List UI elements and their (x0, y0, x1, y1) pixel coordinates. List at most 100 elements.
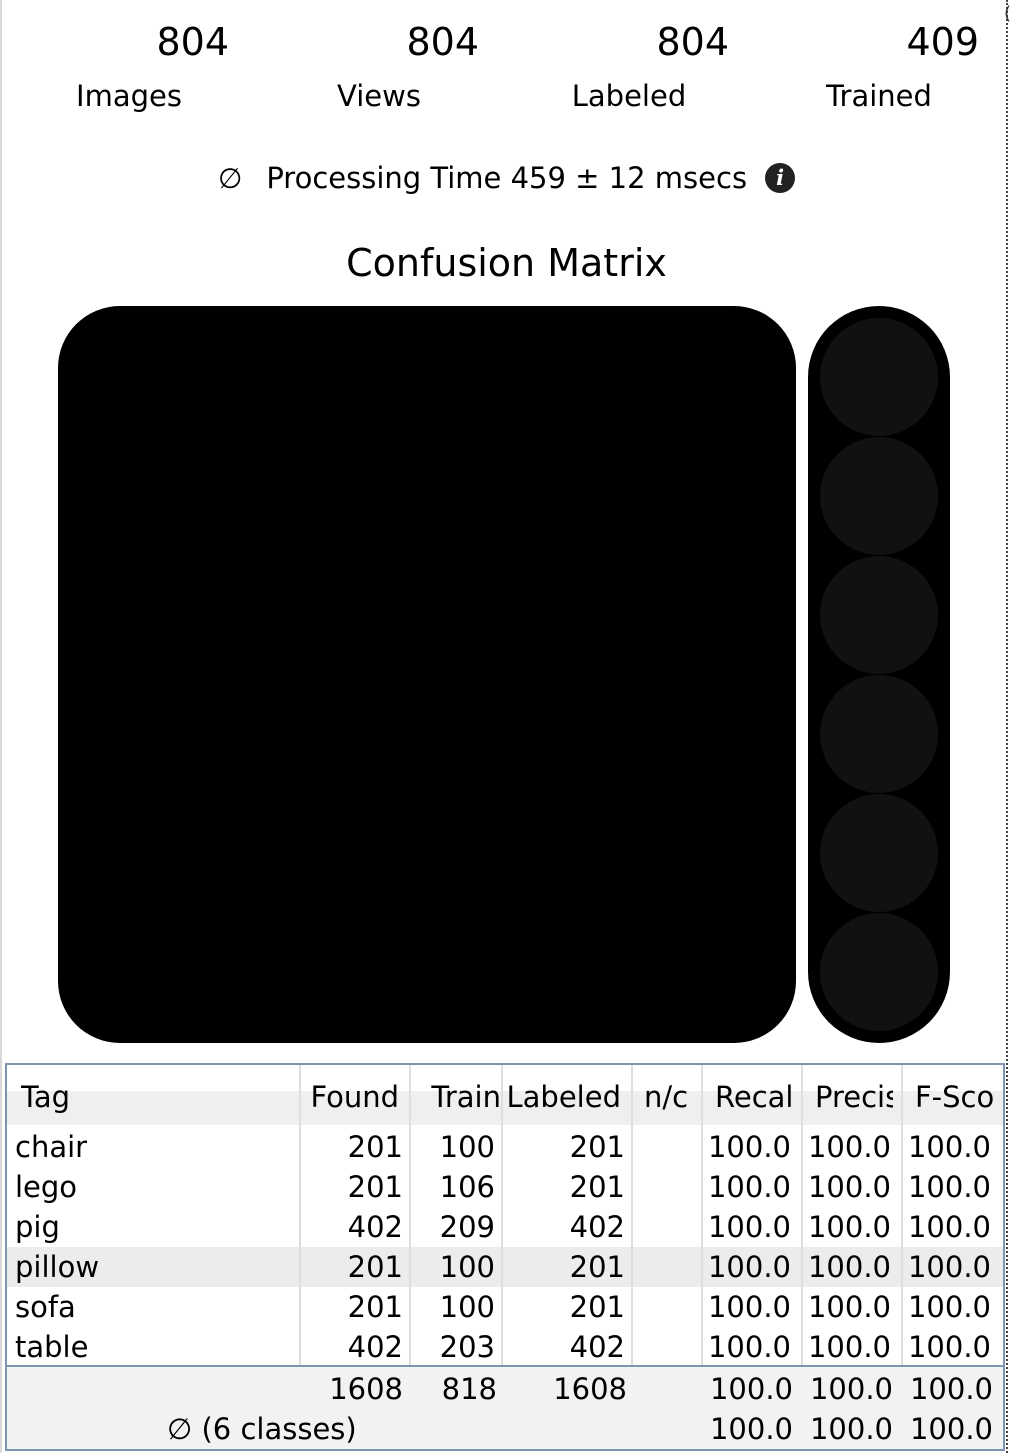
class-circle[interactable] (820, 437, 938, 555)
total-precision: 100.0 (809, 1372, 893, 1406)
average-label: ∅ (6 classes) (167, 1412, 357, 1446)
total-found: 1608 (329, 1372, 403, 1406)
clipped-glyph: ( (1004, 4, 1012, 24)
confusion-matrix-canvas[interactable] (58, 306, 796, 1043)
column-header-train[interactable]: Train (411, 1065, 501, 1125)
cell-tag: pillow (15, 1250, 100, 1284)
cell-nc (631, 1287, 697, 1327)
confusion-matrix-title: Confusion Matrix (346, 241, 667, 285)
column-header-nc[interactable]: n/c (631, 1065, 701, 1125)
cell-train: 100 (439, 1130, 495, 1164)
stat-value: 804 (656, 20, 729, 64)
info-icon[interactable]: i (765, 163, 796, 193)
cell-train: 209 (439, 1210, 495, 1244)
cell-found: 402 (347, 1210, 403, 1244)
column-divider (409, 1065, 411, 1365)
column-header-precision[interactable]: Precis (815, 1065, 893, 1125)
cell-nc (631, 1207, 697, 1247)
processing-time-text: Processing Time 459 ± 12 msecs (266, 161, 748, 195)
average-symbol: ∅ (217, 161, 243, 195)
class-circle[interactable] (820, 794, 938, 912)
stat-value: 804 (156, 20, 229, 64)
column-header-tag[interactable]: Tag (21, 1065, 291, 1125)
cell-train: 100 (439, 1290, 495, 1324)
cell-fscore: 100.0 (907, 1210, 991, 1244)
cell-found: 402 (347, 1330, 403, 1364)
table-row[interactable]: table 402 203 402 100.0 100.0 100.0 (7, 1327, 1003, 1367)
column-divider (501, 1065, 503, 1365)
cell-train: 100 (439, 1250, 495, 1284)
cell-train: 203 (439, 1330, 495, 1364)
cell-train: 106 (439, 1170, 495, 1204)
table-row[interactable]: pillow 201 100 201 100.0 100.0 100.0 (7, 1247, 1003, 1287)
table-row[interactable]: lego 201 106 201 100.0 100.0 100.0 (7, 1167, 1003, 1207)
cell-tag: lego (15, 1170, 78, 1204)
cell-labeled: 402 (569, 1330, 625, 1364)
cell-fscore: 100.0 (907, 1250, 991, 1284)
cell-precision: 100.0 (807, 1170, 891, 1204)
stat-value: 804 (406, 20, 479, 64)
cell-fscore: 100.0 (907, 1330, 991, 1364)
stat-label: Trained (826, 79, 932, 113)
cell-found: 201 (347, 1290, 403, 1324)
cell-recall: 100.0 (707, 1130, 791, 1164)
column-divider (701, 1065, 703, 1365)
cell-precision: 100.0 (807, 1210, 891, 1244)
stat-labeled: 804 Labeled (529, 18, 729, 116)
processing-time: ∅ Processing Time 459 ± 12 msecs i (0, 158, 1013, 198)
column-header-found[interactable]: Found (299, 1065, 399, 1125)
cell-fscore: 100.0 (907, 1130, 991, 1164)
cell-recall: 100.0 (707, 1210, 791, 1244)
stat-label: Views (337, 79, 421, 113)
cell-precision: 100.0 (807, 1290, 891, 1324)
table-footer: 1608 818 1608 100.0 100.0 100.0 ∅ (6 cla… (7, 1365, 1003, 1449)
class-circle[interactable] (820, 556, 938, 674)
cell-tag: chair (15, 1130, 88, 1164)
total-labeled: 1608 (553, 1372, 627, 1406)
cell-recall: 100.0 (707, 1330, 791, 1364)
confusion-matrix-class-bar (808, 306, 950, 1043)
column-divider (801, 1065, 803, 1365)
table-header: Tag Found Train Labeled n/c Recall Preci… (7, 1065, 1003, 1125)
cell-labeled: 201 (569, 1170, 625, 1204)
splitter-handle[interactable] (1006, 0, 1008, 1453)
cell-found: 201 (347, 1170, 403, 1204)
class-circle[interactable] (820, 318, 938, 436)
stat-views: 804 Views (279, 18, 479, 116)
column-divider (299, 1065, 301, 1365)
cell-nc (631, 1167, 697, 1207)
table-row[interactable]: sofa 201 100 201 100.0 100.0 100.0 (7, 1287, 1003, 1327)
total-train: 818 (441, 1372, 497, 1406)
stat-label: Labeled (571, 79, 687, 113)
column-header-fscore[interactable]: F-Sco (915, 1065, 993, 1125)
cell-nc (631, 1127, 697, 1167)
results-table: Tag Found Train Labeled n/c Recall Preci… (5, 1063, 1005, 1451)
cell-nc (631, 1247, 697, 1287)
cell-nc (631, 1327, 697, 1367)
column-divider (901, 1065, 903, 1365)
total-recall: 100.0 (709, 1372, 793, 1406)
column-header-recall[interactable]: Recall (715, 1065, 793, 1125)
cell-labeled: 402 (569, 1210, 625, 1244)
class-circle[interactable] (820, 913, 938, 1031)
cell-precision: 100.0 (807, 1330, 891, 1364)
average-recall: 100.0 (709, 1412, 793, 1446)
average-row: ∅ (6 classes) 100.0 100.0 100.0 (7, 1409, 1003, 1449)
cell-found: 201 (347, 1130, 403, 1164)
average-precision: 100.0 (809, 1412, 893, 1446)
average-fscore: 100.0 (909, 1412, 993, 1446)
column-header-labeled[interactable]: Labeled (501, 1065, 622, 1125)
cell-fscore: 100.0 (907, 1290, 991, 1324)
cell-precision: 100.0 (807, 1130, 891, 1164)
class-circle[interactable] (820, 675, 938, 793)
table-row[interactable]: pig 402 209 402 100.0 100.0 100.0 (7, 1207, 1003, 1247)
cell-found: 201 (347, 1250, 403, 1284)
cell-tag: pig (15, 1210, 60, 1244)
cell-labeled: 201 (569, 1130, 625, 1164)
cell-tag: table (15, 1330, 89, 1364)
cell-precision: 100.0 (807, 1250, 891, 1284)
stat-images: 804 Images (29, 18, 229, 116)
table-row[interactable]: chair 201 100 201 100.0 100.0 100.0 (7, 1127, 1003, 1167)
column-divider (631, 1065, 633, 1365)
cell-labeled: 201 (569, 1250, 625, 1284)
